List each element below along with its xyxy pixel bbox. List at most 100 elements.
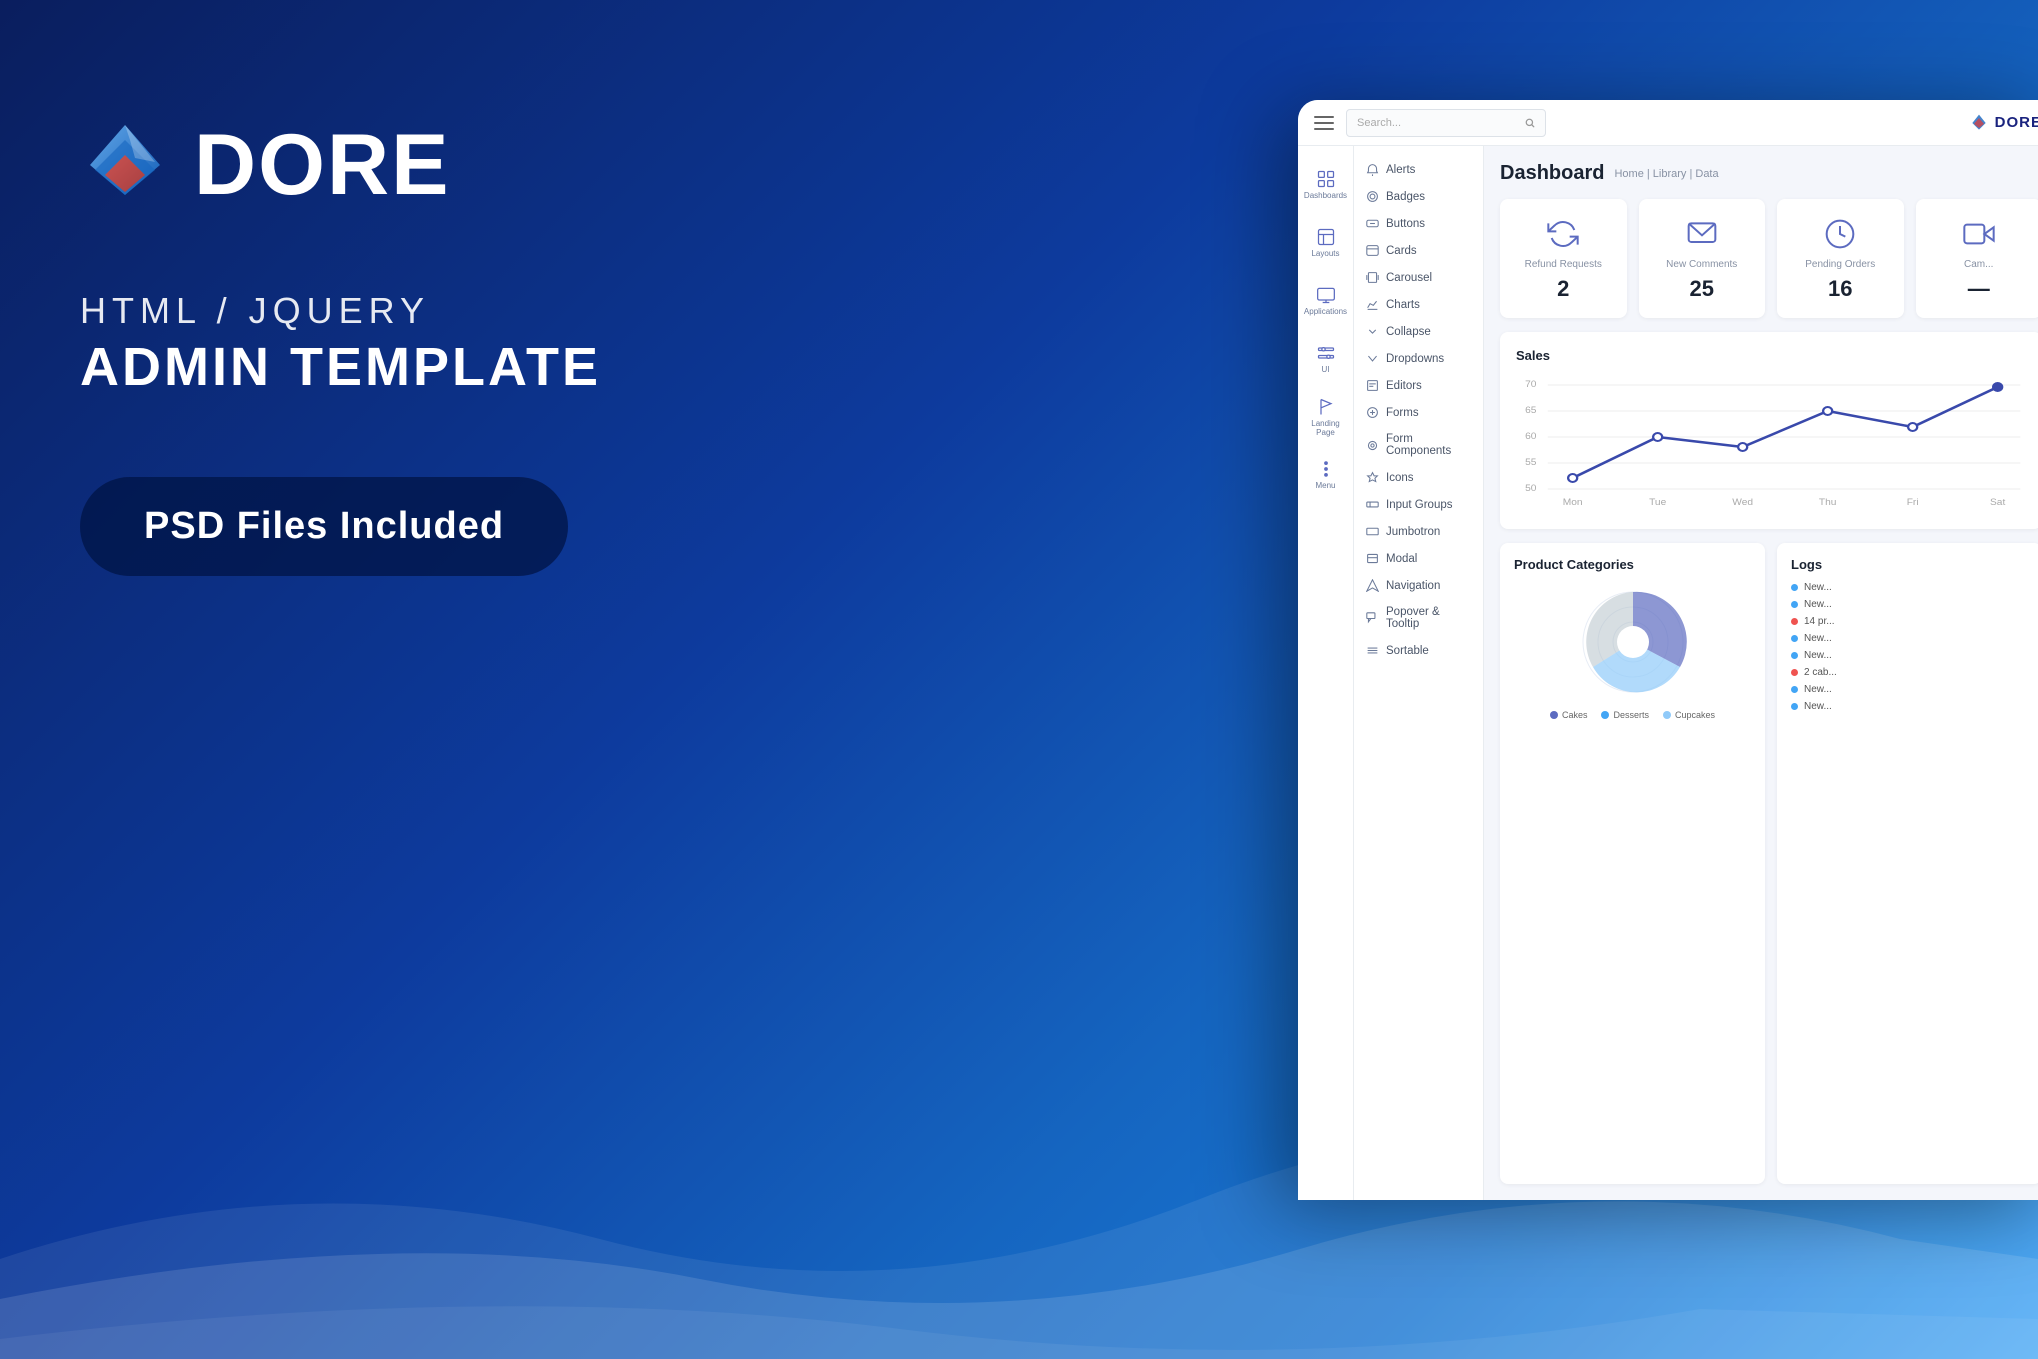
nav-item-charts[interactable]: Charts	[1354, 291, 1483, 318]
sidebar-label-ui: UI	[1322, 366, 1330, 375]
stat-card-cam: Cam... —	[1916, 199, 2038, 318]
log-dot	[1791, 652, 1798, 659]
form-components-icon	[1366, 439, 1379, 452]
sidebar-item-applications[interactable]: Applications	[1302, 274, 1350, 328]
nav-item-collapse[interactable]: Collapse	[1354, 318, 1483, 345]
sidebar-label-applications: Applications	[1304, 308, 1347, 317]
svg-text:Mon: Mon	[1563, 498, 1583, 508]
nav-item-icons[interactable]: Icons	[1354, 464, 1483, 491]
orders-icon	[1821, 215, 1859, 253]
log-item: 14 pr...	[1791, 616, 2028, 627]
nav-item-dropdowns[interactable]: Dropdowns	[1354, 345, 1483, 372]
sidebar: Dashboards Layouts Applications	[1298, 146, 1354, 1200]
nav-item-navigation[interactable]: Navigation	[1354, 572, 1483, 599]
log-dot	[1791, 703, 1798, 710]
log-dot	[1791, 635, 1798, 642]
nav-item-popover[interactable]: Popover & Tooltip	[1354, 599, 1483, 637]
log-dot	[1791, 584, 1798, 591]
brand-name: DORE	[194, 122, 450, 208]
nav-item-form-components[interactable]: Form Components	[1354, 426, 1483, 464]
sidebar-item-layouts[interactable]: Layouts	[1302, 216, 1350, 270]
sales-chart-area: 70 65 60 55 50 Mon	[1516, 373, 2026, 513]
refund-icon	[1544, 215, 1582, 253]
sidebar-label-dashboards: Dashboards	[1304, 192, 1347, 201]
nav-item-buttons[interactable]: Buttons	[1354, 210, 1483, 237]
log-dot	[1791, 601, 1798, 608]
sales-chart-svg: 70 65 60 55 50 Mon	[1516, 373, 2026, 513]
svg-text:55: 55	[1525, 458, 1536, 468]
log-item: New...	[1791, 684, 2028, 695]
forms-icon	[1366, 406, 1379, 419]
stat-label-refund: Refund Requests	[1525, 259, 1602, 270]
svg-text:70: 70	[1525, 380, 1536, 390]
dropdown-icon	[1366, 352, 1379, 365]
stat-value-comments: 25	[1690, 276, 1714, 302]
nav-item-alerts[interactable]: Alerts	[1354, 156, 1483, 183]
stat-card-refund: Refund Requests 2	[1500, 199, 1627, 318]
icons-icon	[1366, 471, 1379, 484]
sidebar-item-dashboards[interactable]: Dashboards	[1302, 158, 1350, 212]
nav-item-jumbotron[interactable]: Jumbotron	[1354, 518, 1483, 545]
carousel-icon	[1366, 271, 1379, 284]
charts-icon	[1366, 298, 1379, 311]
nav-item-cards[interactable]: Cards	[1354, 237, 1483, 264]
sidebar-item-ui[interactable]: UI	[1302, 332, 1350, 386]
log-dot	[1791, 669, 1798, 676]
editor-icon	[1366, 379, 1379, 392]
popover-icon	[1366, 612, 1379, 625]
svg-text:50: 50	[1525, 484, 1536, 494]
svg-text:Fri: Fri	[1907, 498, 1919, 508]
nav-item-forms[interactable]: Forms	[1354, 399, 1483, 426]
layout-icon	[1316, 227, 1336, 247]
mockup-container: Search... DORE	[1298, 100, 2038, 1200]
sales-chart-title: Sales	[1516, 348, 2026, 363]
dashboard-breadcrumb: Home | Library | Data	[1614, 168, 1718, 180]
nav-item-modal[interactable]: Modal	[1354, 545, 1483, 572]
collapse-icon	[1366, 325, 1379, 338]
navigation-icon	[1366, 579, 1379, 592]
badge-box: PSD Files Included	[80, 477, 568, 576]
badge-icon	[1366, 190, 1379, 203]
donut-area: Cakes Desserts Cupcakes	[1514, 582, 1751, 720]
logs-card: Logs New... New...	[1777, 543, 2038, 1184]
logs-list: New... New... 14 pr...	[1791, 582, 2028, 712]
topbar-logo-text: DORE	[1995, 114, 2038, 131]
nav-list: Alerts Badges Buttons Cards Carousel	[1354, 146, 1484, 1200]
stat-value-orders: 16	[1828, 276, 1852, 302]
nav-item-editors[interactable]: Editors	[1354, 372, 1483, 399]
dashboard-content: Dashboard Home | Library | Data Refund R…	[1484, 146, 2038, 1200]
topbar-logo: DORE	[1969, 113, 2038, 133]
legend-dot-cakes	[1550, 711, 1558, 719]
log-item: New...	[1791, 650, 2028, 661]
jumbotron-icon	[1366, 525, 1379, 538]
menu-icon[interactable]	[1314, 116, 1334, 130]
svg-text:Thu: Thu	[1819, 498, 1837, 508]
main-area: Dashboards Layouts Applications	[1298, 146, 2038, 1200]
sidebar-label-layouts: Layouts	[1311, 250, 1339, 259]
logs-title: Logs	[1791, 557, 2028, 572]
svg-text:60: 60	[1525, 432, 1536, 442]
log-item: 2 cab...	[1791, 667, 2028, 678]
sidebar-item-menu[interactable]: Menu	[1302, 448, 1350, 502]
nav-item-sortable[interactable]: Sortable	[1354, 637, 1483, 664]
search-bar[interactable]: Search...	[1346, 109, 1546, 137]
tagline-top: HTML / JQUERY	[80, 290, 760, 332]
nav-item-badges[interactable]: Badges	[1354, 183, 1483, 210]
stat-label-cam: Cam...	[1964, 259, 1993, 270]
nav-item-input-groups[interactable]: Input Groups	[1354, 491, 1483, 518]
stat-label-orders: Pending Orders	[1805, 259, 1875, 270]
stat-value-cam: —	[1968, 276, 1990, 302]
log-item: New...	[1791, 633, 2028, 644]
svg-text:65: 65	[1525, 406, 1536, 416]
nav-item-carousel[interactable]: Carousel	[1354, 264, 1483, 291]
log-dot	[1791, 686, 1798, 693]
button-icon	[1366, 217, 1379, 230]
badge-text: PSD Files Included	[144, 505, 504, 547]
legend-dot-desserts	[1601, 711, 1609, 719]
topbar-logo-icon	[1969, 113, 1989, 133]
svg-text:Tue: Tue	[1649, 498, 1666, 508]
alert-icon	[1366, 163, 1379, 176]
svg-text:Wed: Wed	[1732, 498, 1753, 508]
cards-icon	[1366, 244, 1379, 257]
sidebar-item-landing[interactable]: Landing Page	[1302, 390, 1350, 444]
